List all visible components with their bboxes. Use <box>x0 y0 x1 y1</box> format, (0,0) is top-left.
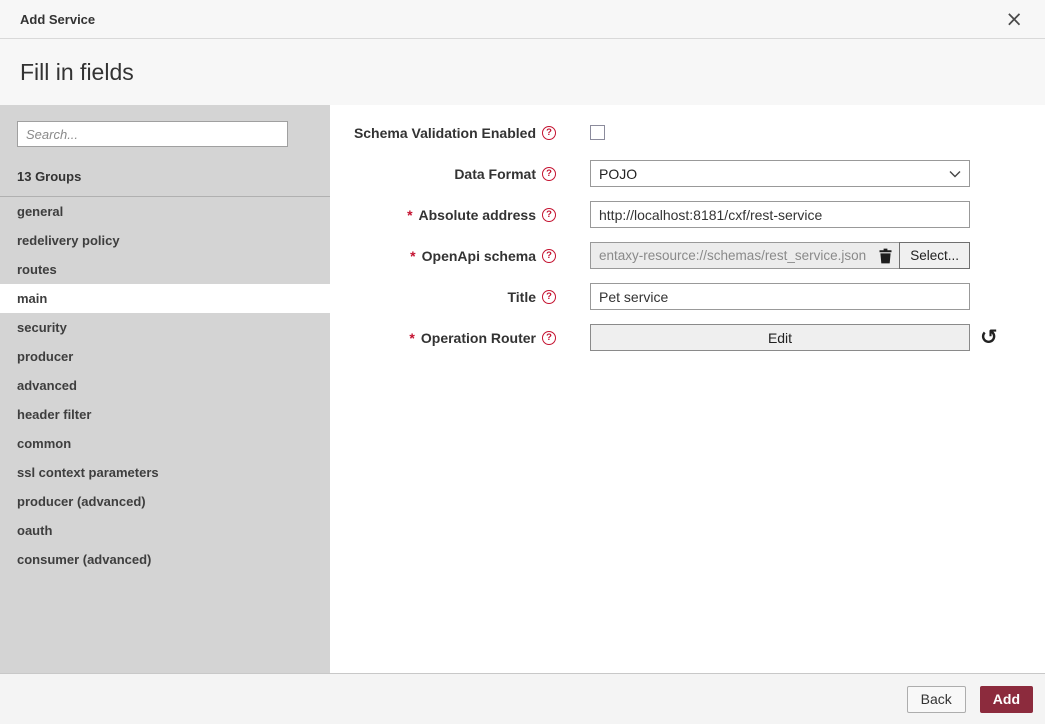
help-icon[interactable]: ? <box>542 126 556 140</box>
sidebar-item-consumer-advanced[interactable]: consumer (advanced) <box>0 545 330 574</box>
add-service-dialog: Add Service × Fill in fields 13 Groups g… <box>0 0 1045 724</box>
dialog-footer: Back Add <box>0 673 1045 724</box>
form-row-schema-validation: Schema Validation Enabled ? <box>330 119 1045 146</box>
data-format-value: POJO <box>599 166 637 182</box>
chevron-down-icon <box>949 170 961 178</box>
help-glyph: ? <box>546 292 552 302</box>
page-title: Fill in fields <box>0 39 1045 105</box>
help-icon[interactable]: ? <box>542 290 556 304</box>
sidebar-item-common[interactable]: common <box>0 429 330 458</box>
help-glyph: ? <box>546 251 552 261</box>
sidebar-item-routes[interactable]: routes <box>0 255 330 284</box>
groups-sidebar: 13 Groups general redelivery policy rout… <box>0 105 330 673</box>
label-cell: Data Format ? <box>330 166 556 182</box>
sidebar-item-header-filter[interactable]: header filter <box>0 400 330 429</box>
help-glyph: ? <box>546 210 552 220</box>
absolute-address-input[interactable] <box>590 201 970 228</box>
field-label: Schema Validation Enabled <box>354 125 536 141</box>
sidebar-item-security[interactable]: security <box>0 313 330 342</box>
label-cell: * Absolute address ? <box>330 207 556 223</box>
label-cell: Title ? <box>330 289 556 305</box>
sidebar-item-producer-advanced[interactable]: producer (advanced) <box>0 487 330 516</box>
field-label: Absolute address <box>419 207 536 223</box>
required-marker: * <box>408 330 415 346</box>
help-glyph: ? <box>546 169 552 179</box>
control-cell: entaxy-resource://schemas/rest_service.j… <box>590 242 970 269</box>
openapi-schema-input-group: entaxy-resource://schemas/rest_service.j… <box>590 242 970 269</box>
help-icon[interactable]: ? <box>542 167 556 181</box>
control-cell: Edit <box>590 324 970 351</box>
search-input[interactable] <box>17 121 288 147</box>
trash-icon[interactable] <box>878 248 893 264</box>
control-cell <box>590 283 970 310</box>
control-cell <box>590 125 970 140</box>
close-icon[interactable]: × <box>1003 9 1025 30</box>
sidebar-item-producer[interactable]: producer <box>0 342 330 371</box>
help-icon[interactable]: ? <box>542 331 556 345</box>
form-row-openapi-schema: * OpenApi schema ? entaxy-resource://sch… <box>330 242 1045 269</box>
field-label: Title <box>507 289 536 305</box>
control-cell: POJO <box>590 160 970 187</box>
sidebar-item-ssl-context-parameters[interactable]: ssl context parameters <box>0 458 330 487</box>
help-icon[interactable]: ? <box>542 208 556 222</box>
label-cell: * Operation Router ? <box>330 330 556 346</box>
control-cell <box>590 201 970 228</box>
label-cell: Schema Validation Enabled ? <box>330 125 556 141</box>
select-schema-button[interactable]: Select... <box>899 242 970 269</box>
required-marker: * <box>409 248 416 264</box>
form-row-operation-router: * Operation Router ? Edit ↺ <box>330 324 1045 351</box>
title-input[interactable] <box>590 283 970 310</box>
sidebar-item-main[interactable]: main <box>0 284 330 313</box>
schema-validation-checkbox[interactable] <box>590 125 605 140</box>
dialog-header: Add Service × <box>0 0 1045 39</box>
form-row-data-format: Data Format ? POJO <box>330 160 1045 187</box>
sidebar-item-oauth[interactable]: oauth <box>0 516 330 545</box>
groups-count-label: 13 Groups <box>17 169 313 184</box>
field-label: Data Format <box>454 166 536 182</box>
data-format-select[interactable]: POJO <box>590 160 970 187</box>
dialog-title: Add Service <box>20 12 95 27</box>
group-list: general redelivery policy routes main se… <box>0 197 330 574</box>
form-panel: Schema Validation Enabled ? Data Format … <box>330 105 1045 673</box>
label-cell: * OpenApi schema ? <box>330 248 556 264</box>
help-glyph: ? <box>546 333 552 343</box>
sidebar-item-redelivery-policy[interactable]: redelivery policy <box>0 226 330 255</box>
back-button[interactable]: Back <box>907 686 966 713</box>
openapi-schema-input: entaxy-resource://schemas/rest_service.j… <box>590 242 900 269</box>
required-marker: * <box>406 207 413 223</box>
edit-operation-router-button[interactable]: Edit <box>590 324 970 351</box>
help-icon[interactable]: ? <box>542 249 556 263</box>
form-row-absolute-address: * Absolute address ? <box>330 201 1045 228</box>
field-label: Operation Router <box>421 330 536 346</box>
form-row-title: Title ? <box>330 283 1045 310</box>
dialog-body: 13 Groups general redelivery policy rout… <box>0 105 1045 673</box>
sidebar-item-advanced[interactable]: advanced <box>0 371 330 400</box>
sidebar-item-general[interactable]: general <box>0 197 330 226</box>
field-label: OpenApi schema <box>422 248 536 264</box>
undo-icon[interactable]: ↺ <box>980 327 998 348</box>
add-button[interactable]: Add <box>980 686 1033 713</box>
help-glyph: ? <box>546 128 552 138</box>
openapi-schema-value: entaxy-resource://schemas/rest_service.j… <box>599 248 872 263</box>
